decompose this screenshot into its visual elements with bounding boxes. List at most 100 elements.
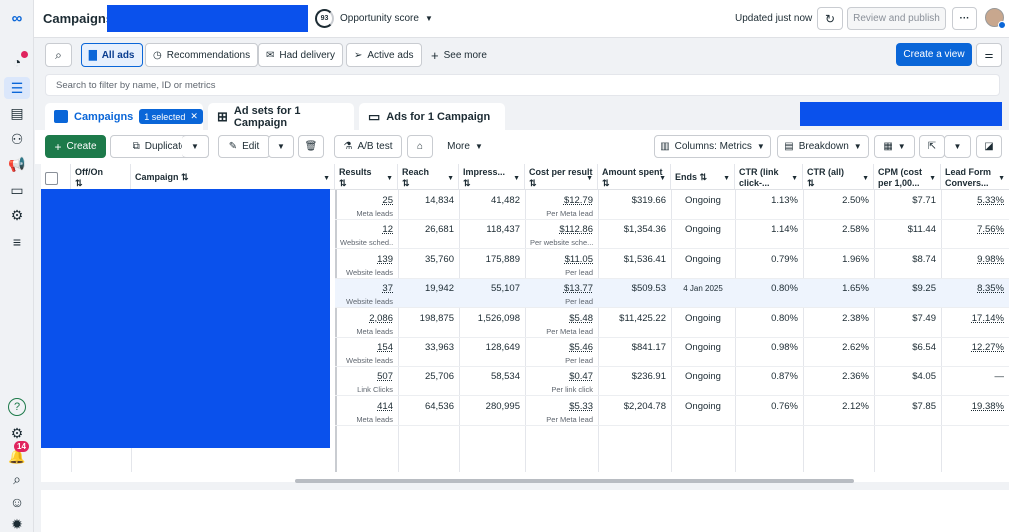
feedback-icon[interactable]: ☺: [8, 493, 26, 511]
billing-card-icon[interactable]: ▭: [8, 181, 26, 199]
ab-test-button[interactable]: ⚗ A/B test: [334, 135, 402, 158]
active-ads-filter[interactable]: ➢ Active ads: [346, 43, 422, 67]
delete-button[interactable]: 🗑: [298, 135, 324, 158]
header-ctr-link[interactable]: CTR (link click-... ▼: [735, 164, 803, 190]
header-cost-per-result[interactable]: Cost per result ⇅ ▼: [525, 164, 598, 190]
cell-value: $11.44: [907, 224, 936, 236]
cell-value: 154: [377, 342, 393, 353]
header-offon[interactable]: Off/On ⇅: [71, 164, 131, 190]
cell-cost[interactable]: $12.79 Per Meta lead: [525, 191, 598, 220]
header-ends[interactable]: Ends ⇅ ▼: [671, 164, 735, 190]
edit-button[interactable]: ✎ Edit: [218, 135, 270, 158]
settings-gear-icon[interactable]: ⚙: [8, 424, 26, 442]
header-cpm[interactable]: CPM (cost per 1,00... ▼: [874, 164, 941, 190]
report-bug-icon[interactable]: ✹: [8, 515, 26, 532]
meta-logo-icon[interactable]: ∞: [8, 9, 26, 27]
opportunity-score[interactable]: 93 Opportunity score ▼: [315, 9, 433, 28]
table-row[interactable]: 25 Meta leads 14,834 41,482 $12.79 Per Meta l…: [335, 191, 1009, 220]
tab-campaigns[interactable]: Campaigns 1 selected ✕: [45, 103, 203, 130]
cell-leadform[interactable]: 17.14%: [941, 309, 1009, 338]
campaigns-table-icon[interactable]: ☰: [4, 77, 30, 99]
clear-selection-icon[interactable]: ✕: [190, 111, 198, 122]
horizontal-scrollbar[interactable]: [295, 479, 854, 483]
audiences-icon[interactable]: ⚇: [8, 130, 26, 148]
export-dropdown[interactable]: ▼: [944, 135, 971, 158]
tab-adsets[interactable]: ⊞ Ad sets for 1 Campaign: [208, 103, 354, 130]
header-amount-spent[interactable]: Amount spent ⇅ ▼: [598, 164, 671, 190]
header-campaign[interactable]: Campaign ⇅ ▼: [131, 164, 335, 190]
breakdown-button[interactable]: ▤ Breakdown ▼: [777, 135, 869, 158]
cell-leadform[interactable]: —: [941, 367, 1009, 396]
cell-leadform[interactable]: 9.98%: [941, 250, 1009, 279]
columns-button[interactable]: ▥ Columns: Metrics ▼: [654, 135, 771, 158]
advertise-megaphone-icon[interactable]: 📢: [8, 155, 26, 173]
export-button[interactable]: ⇱: [919, 135, 945, 158]
search-input[interactable]: Search to filter by name, ID or metrics: [45, 74, 1000, 96]
header-results[interactable]: Results ⇅ ▼: [335, 164, 398, 190]
create-view-button[interactable]: Create a view: [896, 43, 972, 66]
cell-results[interactable]: 507 Link Clicks: [335, 367, 398, 396]
avatar[interactable]: [985, 8, 1006, 29]
create-label: Create: [66, 141, 97, 152]
cell-value: 280,995: [485, 400, 520, 412]
cell-leadform[interactable]: 7.56%: [941, 220, 1009, 249]
reports-button[interactable]: ▦ ▼: [874, 135, 915, 158]
cell-results[interactable]: 12 Website sched...: [335, 220, 398, 249]
cell-cost[interactable]: $5.33 Per Meta lead: [525, 397, 598, 426]
select-all-checkbox[interactable]: [45, 172, 58, 185]
cell-leadform[interactable]: 5.33%: [941, 191, 1009, 220]
header-leadform[interactable]: Lead Form Convers... ▼: [941, 164, 1009, 190]
edit-dropdown[interactable]: ▼: [268, 135, 294, 158]
more-options-button[interactable]: ···: [952, 7, 977, 30]
cell-results[interactable]: 139 Website leads: [335, 250, 398, 279]
account-selector-redacted[interactable]: [107, 5, 308, 32]
cell-value: $11.05: [564, 253, 593, 265]
header-reach[interactable]: Reach ⇅ ▼: [398, 164, 459, 190]
see-more-button[interactable]: + See more: [424, 43, 494, 67]
cell-cost[interactable]: $112.86 Per website sche...: [525, 220, 598, 249]
help-icon[interactable]: ?: [8, 398, 26, 416]
cell-leadform[interactable]: 8.35%: [941, 279, 1009, 308]
pages-icon[interactable]: ▤: [8, 104, 26, 122]
business-settings-icon[interactable]: ⚙: [8, 206, 26, 224]
all-tools-menu-icon[interactable]: ≡: [8, 233, 26, 251]
table-row[interactable]: 414 Meta leads 64,536 280,995 $5.33 Per Meta …: [335, 397, 1009, 426]
tags-button[interactable]: ⌂: [407, 135, 433, 158]
cell-cost[interactable]: $11.05 Per lead: [525, 250, 598, 279]
all-ads-filter[interactable]: ▇ All ads: [81, 43, 143, 67]
table-row[interactable]: 37 Website leads 19,942 55,107 $13.77 Per lea…: [335, 279, 1009, 309]
table-row[interactable]: 154 Website leads 33,963 128,649 $5.46 Per le…: [335, 338, 1009, 367]
cell-cost[interactable]: $13.77 Per lead: [525, 279, 598, 308]
duplicate-dropdown[interactable]: ▼: [182, 135, 209, 158]
cell-results[interactable]: 2,086 Meta leads: [335, 309, 398, 338]
search-icon[interactable]: ⌕: [8, 470, 26, 488]
header-ctr-all[interactable]: CTR (all) ⇅ ▼: [803, 164, 874, 190]
account-overview-icon[interactable]: ◔: [8, 51, 28, 71]
cell-results[interactable]: 25 Meta leads: [335, 191, 398, 220]
table-row[interactable]: 507 Link Clicks 25,706 58,534 $0.47 Per link …: [335, 367, 1009, 397]
cell-cost[interactable]: $5.48 Per Meta lead: [525, 309, 598, 338]
table-row[interactable]: 2,086 Meta leads 198,875 1,526,098 $5.48 Per …: [335, 309, 1009, 338]
notifications-bell-icon[interactable]: 🔔 14: [8, 441, 29, 465]
charts-button[interactable]: ◪: [976, 135, 1002, 158]
cell-results[interactable]: 154 Website leads: [335, 338, 398, 367]
selected-chip[interactable]: 1 selected ✕: [139, 109, 203, 124]
create-button[interactable]: + Create: [45, 135, 106, 158]
more-button[interactable]: More ▼: [440, 135, 490, 158]
cell-cost[interactable]: $5.46 Per lead: [525, 338, 598, 367]
recommendations-filter[interactable]: ◷ Recommendations: [145, 43, 259, 67]
header-impressions[interactable]: Impress... ⇅ ▼: [459, 164, 525, 190]
table-row[interactable]: 139 Website leads 35,760 175,889 $11.05 Per l…: [335, 250, 1009, 279]
had-delivery-filter[interactable]: ✉ Had delivery: [258, 43, 343, 67]
filter-settings-button[interactable]: ⚌: [976, 43, 1002, 67]
table-row[interactable]: 12 Website sched... 26,681 118,437 $112.86 Pe…: [335, 220, 1009, 250]
refresh-button[interactable]: ↻: [817, 7, 843, 30]
review-publish-button[interactable]: Review and publish: [847, 7, 946, 30]
cell-leadform[interactable]: 12.27%: [941, 338, 1009, 367]
cell-leadform[interactable]: 19.38%: [941, 397, 1009, 426]
search-toggle-button[interactable]: ⌕: [45, 43, 72, 67]
cell-cost[interactable]: $0.47 Per link click: [525, 367, 598, 396]
tab-ads[interactable]: ▭ Ads for 1 Campaign: [359, 103, 505, 130]
cell-results[interactable]: 414 Meta leads: [335, 397, 398, 426]
cell-results[interactable]: 37 Website leads: [335, 279, 398, 308]
